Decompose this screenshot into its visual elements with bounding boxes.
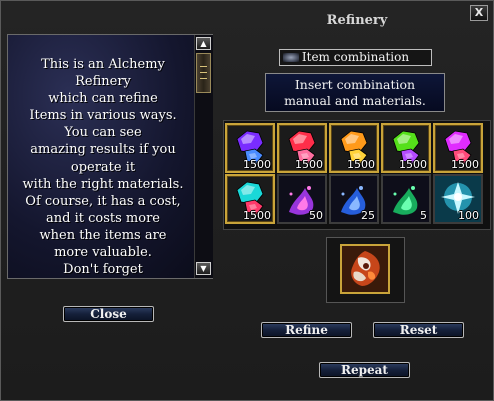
slot-quantity: 5 <box>420 209 427 222</box>
material-slot[interactable]: 1500 <box>225 123 275 173</box>
slot-quantity: 1500 <box>295 158 323 171</box>
description-line: Refinery <box>75 74 131 90</box>
item-combination-text: Item combination <box>301 50 410 64</box>
description-line: This is an Alchemy <box>41 57 165 72</box>
description-scrollbar[interactable]: ▲ ▼ <box>194 35 213 278</box>
close-button[interactable]: Close <box>63 306 154 322</box>
slot-quantity: 100 <box>458 209 479 222</box>
description-panel: This is an Alchemy Refinery which can re… <box>7 34 213 279</box>
combination-glow-icon <box>283 53 299 62</box>
description-line: more valuable. <box>54 245 152 261</box>
material-slot[interactable]: 25 <box>329 174 379 224</box>
instruction-box: Insert combination manual and materials. <box>265 73 445 112</box>
description-line: amazing results if you <box>30 142 176 158</box>
close-window-button[interactable]: X <box>470 5 488 21</box>
refine-button[interactable]: Refine <box>261 322 352 338</box>
description-line: with the right materials. <box>22 176 184 192</box>
scroll-thumb[interactable] <box>196 53 211 93</box>
reset-button[interactable]: Reset <box>373 322 464 338</box>
description-line: operate it <box>70 159 136 175</box>
slot-quantity: 25 <box>361 209 375 222</box>
slot-quantity: 1500 <box>243 158 271 171</box>
description-line: Of course, it has a cost, <box>25 193 181 209</box>
result-slot[interactable] <box>340 244 390 294</box>
description-line: Don't forget <box>63 262 143 278</box>
slot-quantity: 1500 <box>399 158 427 171</box>
scroll-up-button[interactable]: ▲ <box>196 37 211 50</box>
description-line: Items in various ways. <box>29 108 177 124</box>
description-line: and it costs more <box>46 210 160 226</box>
material-slot[interactable]: 50 <box>277 174 327 224</box>
description-text: This is an Alchemy Refinery which can re… <box>12 56 194 278</box>
material-slot[interactable]: 1500 <box>225 174 275 224</box>
refinery-window: Refinery X This is an Alchemy Refinery w… <box>0 0 494 401</box>
repeat-button[interactable]: Repeat <box>319 362 410 378</box>
material-slot[interactable]: 5 <box>381 174 431 224</box>
scroll-down-button[interactable]: ▼ <box>196 262 211 275</box>
material-slot[interactable]: 100 <box>433 174 483 224</box>
description-line: You can see <box>64 125 142 141</box>
instruction-line: Insert combination <box>294 77 416 92</box>
material-slot[interactable]: 1500 <box>277 123 327 173</box>
instruction-line: manual and materials. <box>284 93 426 108</box>
material-slot[interactable]: 1500 <box>381 123 431 173</box>
window-title: Refinery <box>326 13 388 28</box>
description-line: when the items are <box>39 227 167 243</box>
slot-quantity: 1500 <box>347 158 375 171</box>
item-combination-label: Item combination <box>279 49 432 66</box>
material-slot[interactable]: 1500 <box>329 123 379 173</box>
slot-quantity: 1500 <box>243 209 271 222</box>
slot-quantity: 1500 <box>451 158 479 171</box>
refinery-result-icon <box>342 246 388 292</box>
description-line: which can refine <box>48 91 158 107</box>
material-slot[interactable]: 1500 <box>433 123 483 173</box>
slot-quantity: 50 <box>309 209 323 222</box>
